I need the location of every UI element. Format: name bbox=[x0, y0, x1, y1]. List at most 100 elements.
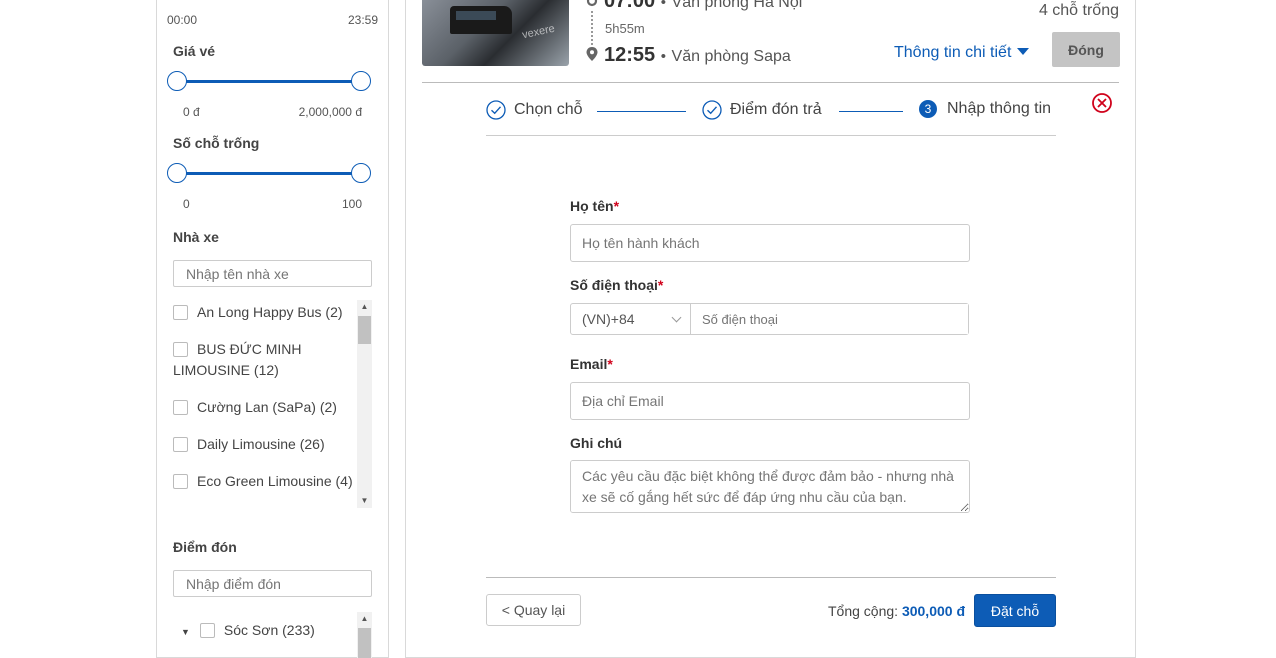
total-amount: 300,000 đ bbox=[901, 603, 966, 619]
step-label: Nhập thông tin bbox=[947, 100, 1052, 117]
pickup-search-input[interactable] bbox=[173, 570, 372, 597]
trip-detail-link[interactable]: Thông tin chi tiết bbox=[894, 44, 1030, 62]
seats-slider-min-handle[interactable] bbox=[167, 163, 187, 183]
close-circle-icon[interactable] bbox=[1091, 92, 1113, 114]
required-marker: * bbox=[613, 198, 620, 214]
scrollbar-thumb[interactable] bbox=[358, 316, 371, 344]
note-label: Ghi chú bbox=[570, 435, 623, 451]
checkbox[interactable] bbox=[173, 474, 188, 489]
checkbox[interactable] bbox=[173, 437, 188, 452]
pickup-item[interactable]: ▼ Sóc Sơn (233) bbox=[181, 620, 361, 643]
arrival-place: Văn phòng Sapa bbox=[671, 48, 791, 65]
scroll-up-icon[interactable]: ▲ bbox=[357, 300, 372, 314]
checkbox[interactable] bbox=[173, 400, 188, 415]
step-enter-info: 3 Nhập thông tin bbox=[919, 100, 1051, 118]
map-pin-icon bbox=[586, 47, 598, 61]
booking-card: vexere 07:00 • Văn phòng Hà Nội 5h55m 12… bbox=[405, 0, 1136, 658]
operator-item[interactable]: BUS ĐỨC MINH LIMOUSINE (12) bbox=[173, 339, 353, 381]
separator: • bbox=[660, 0, 666, 11]
operator-item-label: Eco Green Limousine (4) bbox=[197, 473, 353, 489]
name-label: Họ tên* bbox=[570, 198, 619, 214]
filter-sidebar: 00:00 23:59 Giá vé 0 đ 2,000,000 đ Số ch… bbox=[156, 0, 389, 658]
required-marker: * bbox=[607, 356, 613, 372]
caret-down-icon bbox=[1017, 48, 1030, 55]
departure-time: 07:00 bbox=[604, 0, 656, 12]
seats-max: 100 bbox=[341, 197, 362, 211]
operator-search-input[interactable] bbox=[173, 260, 372, 287]
operator-item-label: An Long Happy Bus (2) bbox=[197, 304, 343, 320]
book-button[interactable]: Đặt chỗ bbox=[974, 594, 1056, 627]
trip-duration: 5h55m bbox=[605, 21, 645, 36]
phone-field: (VN)+84 bbox=[570, 303, 969, 335]
checkbox[interactable] bbox=[199, 623, 215, 638]
close-button[interactable]: Đóng bbox=[1052, 32, 1120, 67]
email-label: Email* bbox=[570, 356, 613, 372]
pickup-list-scrollbar[interactable]: ▲ bbox=[357, 612, 372, 658]
pickup-list: ▼ Sóc Sơn (233) ▲ bbox=[173, 612, 372, 658]
pickup-item-label: Sóc Sơn (233) bbox=[223, 622, 315, 638]
caret-down-icon[interactable]: ▼ bbox=[181, 627, 190, 637]
step-number-badge: 3 bbox=[919, 100, 937, 118]
scroll-down-icon[interactable]: ▼ bbox=[357, 494, 372, 508]
time-max: 23:59 bbox=[347, 13, 378, 27]
total-label: Tổng cộng: bbox=[828, 603, 899, 619]
operator-label: Nhà xe bbox=[173, 229, 219, 245]
phone-label: Số điện thoại* bbox=[570, 277, 663, 293]
price-range-values: 0 đ 2,000,000 đ bbox=[183, 105, 362, 119]
price-min: 0 đ bbox=[183, 105, 200, 119]
operator-item-label: Cường Lan (SaPa) (2) bbox=[197, 399, 337, 415]
name-input[interactable] bbox=[570, 224, 970, 262]
scrollbar-thumb[interactable] bbox=[358, 628, 371, 658]
seats-slider-max-handle[interactable] bbox=[351, 163, 371, 183]
trip-detail-label: Thông tin chi tiết bbox=[894, 44, 1012, 61]
step-connector bbox=[839, 111, 903, 112]
seats-min: 0 bbox=[183, 197, 190, 211]
seats-slider[interactable] bbox=[167, 163, 371, 183]
operator-item[interactable]: Eco Green Limousine (4) bbox=[173, 471, 353, 492]
departure-place: Văn phòng Hà Nội bbox=[671, 0, 803, 11]
price-label: Giá vé bbox=[173, 43, 216, 59]
price-slider-max-handle[interactable] bbox=[351, 71, 371, 91]
required-marker: * bbox=[657, 277, 664, 293]
back-button[interactable]: < Quay lại bbox=[486, 594, 581, 626]
arrival-time: 12:55 bbox=[604, 44, 656, 66]
operator-item[interactable]: Daily Limousine (26) bbox=[173, 434, 353, 455]
label-text: Email bbox=[570, 356, 608, 372]
divider bbox=[422, 82, 1119, 83]
checkbox[interactable] bbox=[173, 342, 188, 357]
total-price: Tổng cộng: 300,000 đ bbox=[828, 603, 965, 619]
divider bbox=[486, 577, 1056, 578]
separator: • bbox=[660, 48, 666, 65]
seats-range-values: 0 100 bbox=[183, 197, 362, 211]
step-label: Chọn chỗ bbox=[514, 101, 583, 118]
divider bbox=[486, 135, 1056, 136]
arrival: 12:55 • Văn phòng Sapa bbox=[604, 44, 791, 67]
seats-left: 4 chỗ trống bbox=[1038, 2, 1119, 19]
seats-label: Số chỗ trống bbox=[173, 135, 260, 151]
step-label: Điểm đón trả bbox=[730, 101, 822, 118]
label-text: Họ tên bbox=[570, 198, 614, 214]
scroll-up-icon[interactable]: ▲ bbox=[357, 612, 372, 626]
phone-input[interactable] bbox=[691, 304, 968, 334]
operator-list-scrollbar[interactable]: ▲ ▼ bbox=[357, 300, 372, 508]
operator-item[interactable]: Cường Lan (SaPa) (2) bbox=[173, 397, 353, 418]
price-max: 2,000,000 đ bbox=[298, 105, 362, 119]
step-choose-seat: Chọn chỗ bbox=[486, 100, 583, 120]
checkbox[interactable] bbox=[173, 305, 188, 320]
note-textarea[interactable] bbox=[570, 460, 970, 513]
email-input[interactable] bbox=[570, 382, 970, 420]
check-circle-icon bbox=[486, 100, 506, 120]
country-code-select[interactable]: (VN)+84 bbox=[571, 304, 691, 334]
origin-circle-icon bbox=[586, 0, 598, 7]
pickup-label: Điểm đón bbox=[173, 539, 237, 555]
price-slider[interactable] bbox=[167, 71, 371, 91]
step-connector bbox=[597, 111, 686, 112]
chevron-down-icon bbox=[671, 312, 682, 323]
price-slider-min-handle[interactable] bbox=[167, 71, 187, 91]
step-pickup-dropoff: Điểm đón trả bbox=[702, 100, 822, 120]
image-watermark: vexere bbox=[521, 22, 556, 42]
operator-list: An Long Happy Bus (2) BUS ĐỨC MINH LIMOU… bbox=[173, 300, 372, 510]
operator-item[interactable]: An Long Happy Bus (2) bbox=[173, 302, 353, 323]
route-dots bbox=[591, 11, 593, 45]
country-code-value: (VN)+84 bbox=[582, 311, 635, 327]
